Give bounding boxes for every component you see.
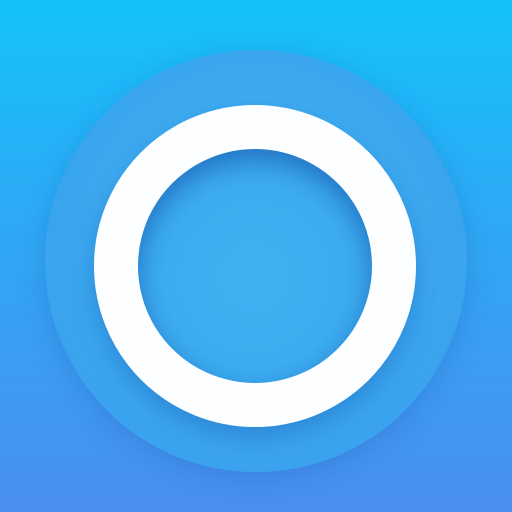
app-icon-background bbox=[0, 0, 512, 512]
ring-icon bbox=[94, 105, 416, 427]
